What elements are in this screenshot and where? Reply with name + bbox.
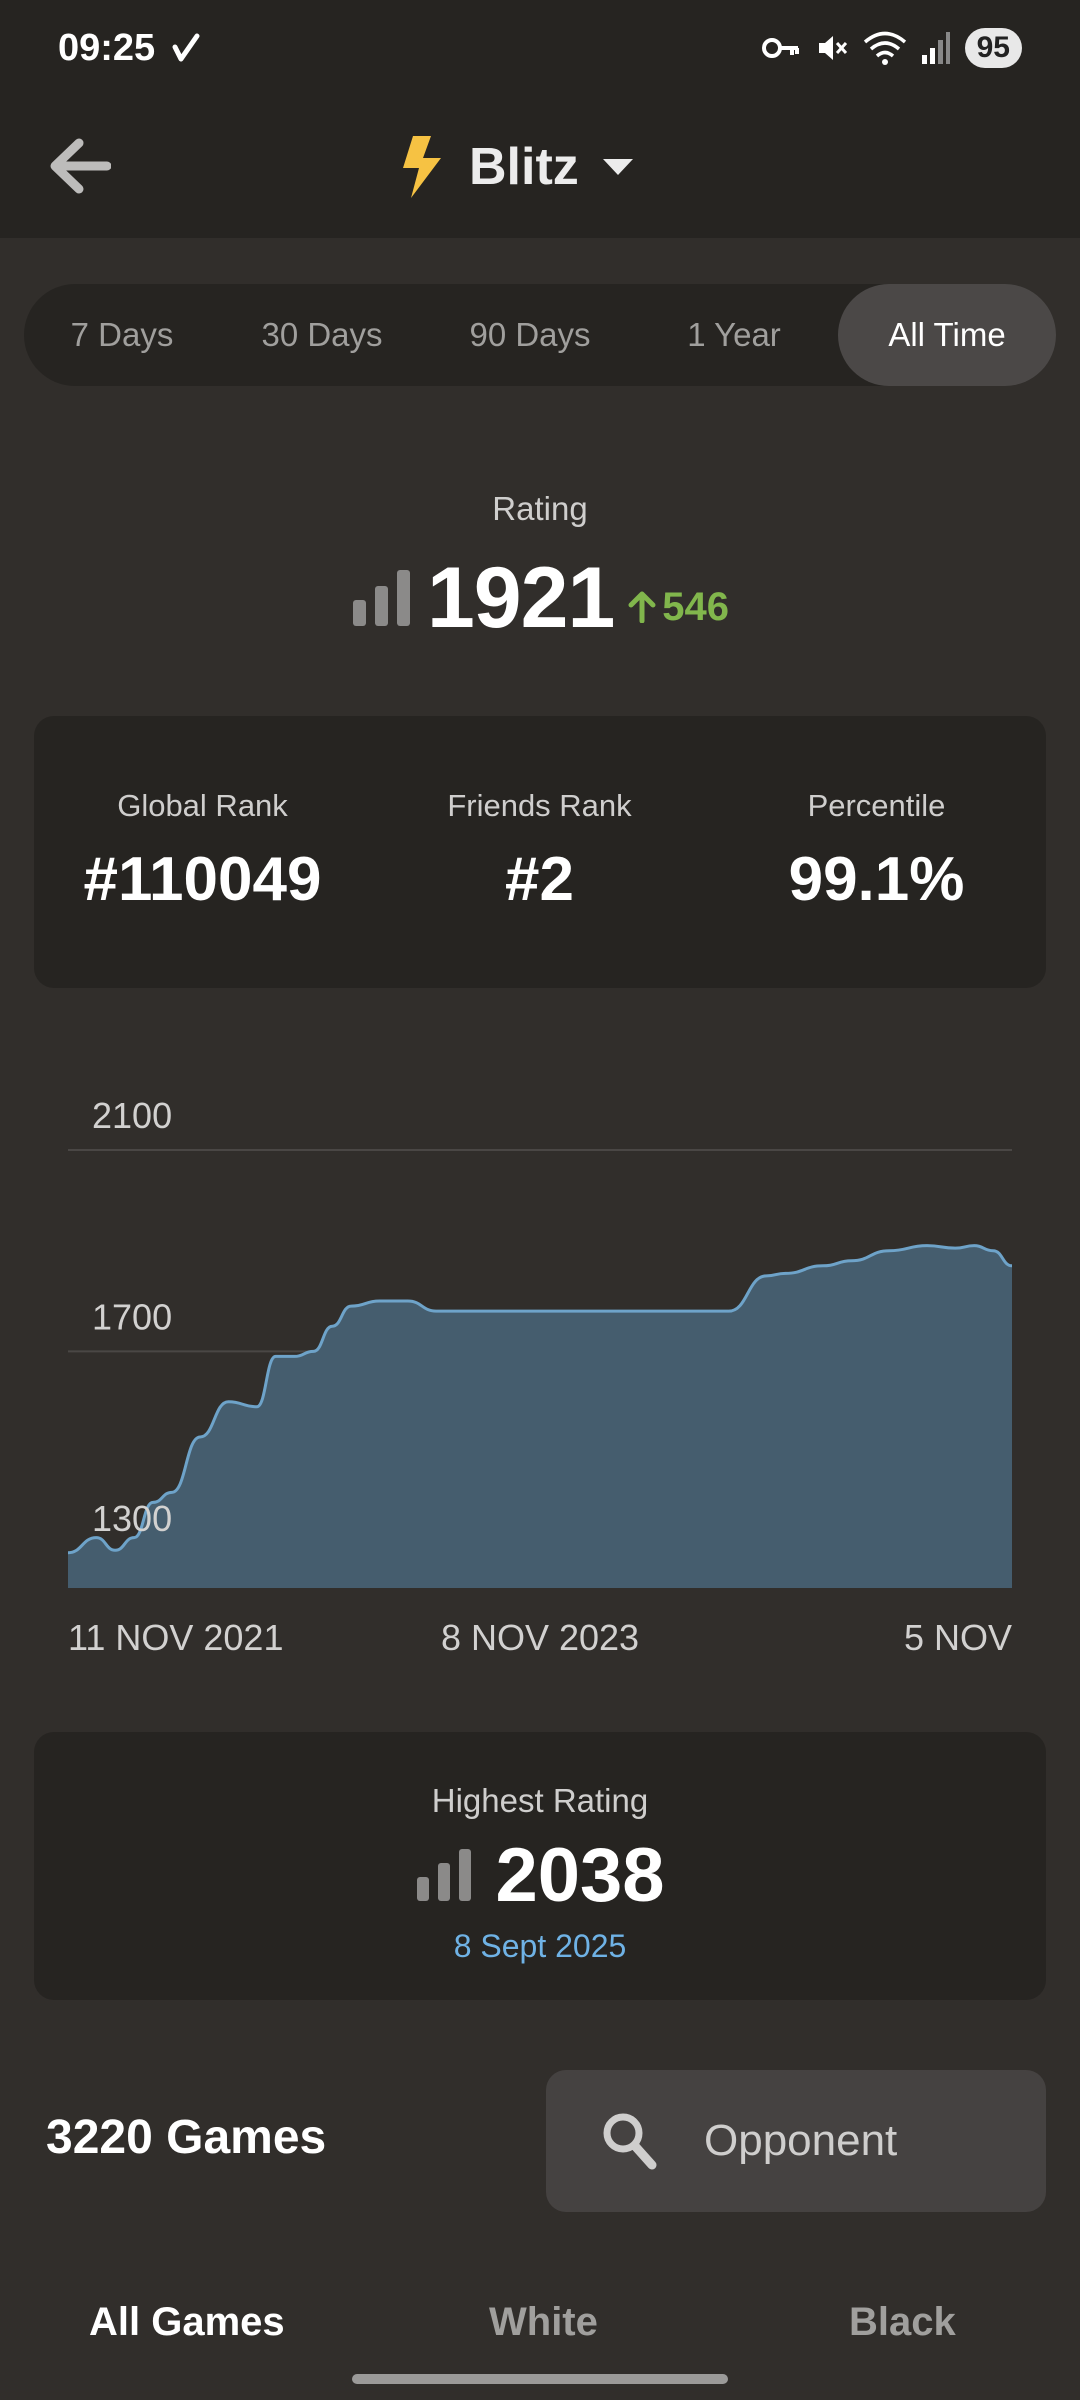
- y-tick-label: 1700: [92, 1296, 172, 1337]
- y-tick-label: 1300: [92, 1498, 172, 1539]
- home-indicator[interactable]: [352, 2374, 728, 2384]
- percentile-value: 99.1%: [788, 845, 965, 914]
- highest-rating-value: 2038: [495, 1832, 665, 1918]
- global-rank-value: #110049: [83, 845, 322, 914]
- status-bar: 09:25 95: [0, 0, 1080, 96]
- x-tick-label: 8 NOV 2023: [441, 1617, 639, 1658]
- percentile: Percentile 99.1%: [708, 716, 1045, 988]
- highest-rating-card: Highest Rating 2038 8 Sept 2025: [34, 1732, 1046, 2000]
- vpn-key-icon: [761, 38, 799, 58]
- mute-icon: [818, 36, 847, 60]
- rank-card: Global Rank #110049 Friends Rank #2 Perc…: [34, 716, 1046, 988]
- status-icons: 95: [761, 28, 1022, 68]
- rating-area: [68, 1245, 1012, 1588]
- check-icon: [172, 33, 200, 62]
- rating-change-value: 546: [662, 584, 730, 629]
- friends-rank: Friends Rank #2: [371, 716, 708, 988]
- rating-chart-svg: 2100 1700 1300 11 NOV 2021 8 NOV 2023 5 NOV: [67, 1095, 1013, 1658]
- tab-all-time[interactable]: All Time: [838, 284, 1056, 386]
- rating-bars-icon: [352, 570, 410, 626]
- global-rank-label: Global Rank: [117, 788, 288, 823]
- tab-1-year[interactable]: 1 Year: [636, 284, 832, 386]
- games-count: 3220 Games: [46, 2111, 327, 2164]
- friends-rank-label: Friends Rank: [447, 788, 632, 823]
- opponent-search-button[interactable]: Opponent: [546, 2070, 1046, 2212]
- percentile-label: Percentile: [807, 788, 946, 823]
- rating-chart[interactable]: 2100 1700 1300 11 NOV 2021 8 NOV 2023 5 NOV: [0, 1080, 1080, 1680]
- chevron-down-icon: [602, 159, 633, 175]
- search-icon: [603, 2113, 657, 2170]
- battery-indicator: 95: [964, 28, 1022, 68]
- clock-text: 09:25: [58, 26, 156, 69]
- rating-bars-icon: [417, 1849, 472, 1901]
- tab-90-days[interactable]: 90 Days: [424, 284, 636, 386]
- lightning-icon: [403, 136, 441, 198]
- y-tick-label: 2100: [92, 1095, 172, 1136]
- tab-30-days[interactable]: 30 Days: [220, 284, 424, 386]
- back-button[interactable]: [40, 126, 120, 206]
- tab-all-games[interactable]: All Games: [89, 2300, 285, 2345]
- tab-7-days[interactable]: 7 Days: [24, 284, 220, 386]
- status-time: 09:25: [58, 27, 201, 70]
- highest-rating-date[interactable]: 8 Sept 2025: [34, 1928, 1046, 1965]
- friends-rank-value: #2: [505, 845, 574, 914]
- rating-label: Rating: [492, 490, 588, 527]
- signal-icon: [921, 32, 950, 64]
- tab-white[interactable]: White: [489, 2300, 598, 2345]
- wifi-icon: [863, 31, 906, 65]
- highest-rating-label: Highest Rating: [431, 1782, 649, 1819]
- game-type-selector[interactable]: Blitz: [395, 124, 635, 210]
- global-rank: Global Rank #110049: [34, 716, 371, 988]
- page-title: Blitz: [469, 138, 579, 196]
- rating-change: 546: [628, 585, 729, 630]
- x-tick-label: 5 NOV: [904, 1617, 1012, 1658]
- arrow-up-icon: [628, 591, 656, 623]
- rating-value: 1921: [426, 549, 615, 646]
- app-header: Blitz: [0, 96, 1080, 238]
- x-tick-label: 11 NOV 2021: [68, 1617, 283, 1658]
- tab-black[interactable]: Black: [849, 2300, 956, 2345]
- opponent-label: Opponent: [704, 2116, 898, 2165]
- highest-rating-row: 2038: [34, 1830, 1046, 1920]
- rating-row: 1921 546: [0, 548, 1080, 648]
- back-arrow-icon: [50, 138, 111, 194]
- period-selector: 7 Days 30 Days 90 Days 1 Year All Time: [24, 284, 1056, 386]
